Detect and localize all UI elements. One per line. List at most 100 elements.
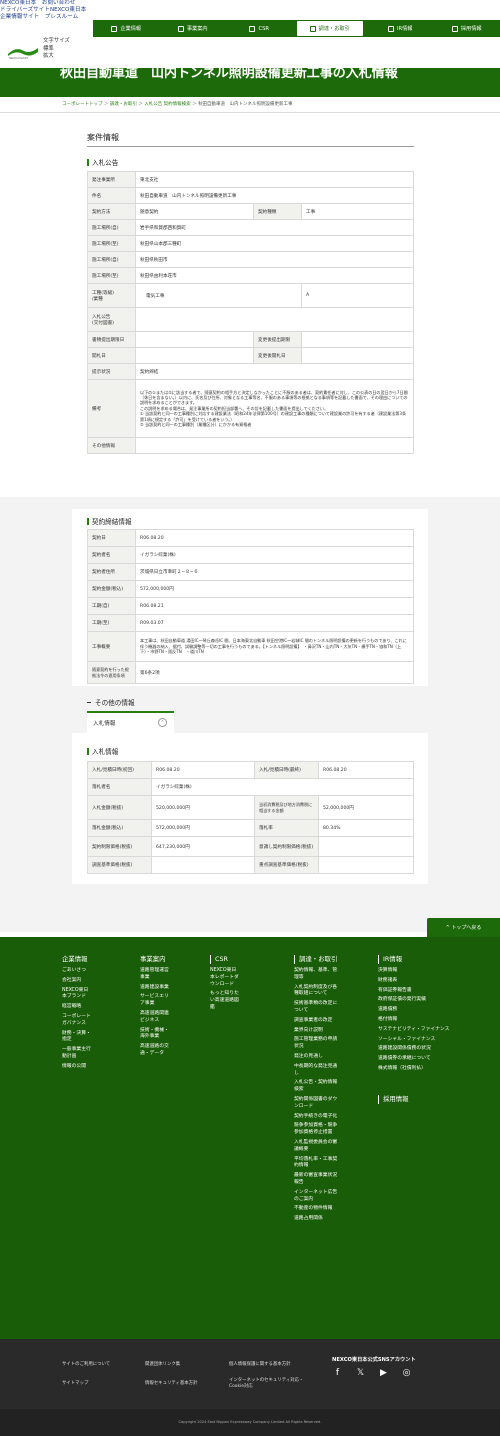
footer-link[interactable]: 中長期的な発注見通し (294, 1064, 340, 1078)
footer-link[interactable]: ごあいさつ (62, 968, 92, 975)
global-nav: 企業情報 事業案内 CSR 調達・お取引 IR情報 採用情報 (93, 20, 500, 37)
footer-link[interactable]: もっと知りたい高速道路図鑑 (210, 991, 240, 1011)
footer-link[interactable]: 最新の審査事業状況報告 (294, 1173, 340, 1187)
table-row: 書類提出期限日 変更後提出期限 (87, 331, 414, 348)
footer-link[interactable]: 経営戦略 (62, 1004, 92, 1011)
logo[interactable]: NEXCO EAST (6, 44, 40, 64)
breadcrumb-item[interactable]: コーポレートトップ (62, 102, 103, 107)
nav-item-2[interactable]: CSR (226, 20, 293, 37)
footer-col-heading[interactable]: 企業情報 (62, 955, 92, 964)
breadcrumb-item[interactable]: 調達・お取引 (110, 102, 137, 107)
footer-link[interactable]: 財務諸表 (378, 978, 460, 985)
table-row: 契約日 R06.08.20 (87, 529, 414, 547)
footer-link[interactable]: 平均落札率・工事契約情報 (294, 1157, 340, 1171)
facebook-icon[interactable]: f (332, 1368, 343, 1379)
x-icon[interactable]: 𝕏 (355, 1368, 366, 1379)
footer-link[interactable]: 財務・決算・指定 (62, 1031, 92, 1045)
table-row: 入札/見積日時(初回) R06.08.20 入札/見積日時(最終) R06.08.20 (87, 761, 414, 779)
footer-link[interactable]: 情報の公開 (62, 1064, 92, 1071)
footer-link[interactable]: 高速道路関連ビジネス (140, 1011, 170, 1025)
footer-link[interactable]: 施工管理業務の申請状況 (294, 1037, 340, 1051)
sns-links: f 𝕏 ▶ ◎ (332, 1368, 412, 1379)
util-link-press[interactable]: プレスルーム (45, 14, 78, 20)
footer-links: サイトのご利用について 関連団体リンク集 個人情報保護に関する基本方針 サイトマ… (0, 1339, 500, 1409)
footer-link[interactable]: サイトのご利用について (62, 1361, 110, 1367)
sns-title: NEXCO東日本公式SNSアカウント (332, 1357, 416, 1363)
footer-link[interactable]: 道路管理運営事業 (140, 968, 170, 982)
building-icon (111, 25, 118, 32)
footer-link[interactable]: 契約関係図書のダウンロード (294, 1097, 340, 1111)
footer-link[interactable]: 情報セキュリティ基本方針 (145, 1380, 197, 1386)
youtube-icon[interactable]: ▶ (378, 1368, 389, 1379)
bid-heading: 入札情報 (87, 746, 118, 756)
footer-link[interactable]: NEXCO東日本ブランド (62, 988, 92, 1002)
arrow-up-icon: ^ (445, 925, 450, 931)
footer-link[interactable]: 業界向け説明 (294, 1028, 340, 1035)
utility-links: NEXCO東日本 お問い合わせ ドライバーズサイトNEXCO東日本 企業情報サイ… (0, 0, 92, 22)
footer-col-heading[interactable]: IR情報 (378, 955, 460, 964)
breadcrumb-item[interactable]: 入札公告 契約情報検索 (144, 102, 190, 107)
footer-link[interactable]: サステナビリティ・ファイナンス (378, 1027, 460, 1034)
breadcrumb-current: 秋田自動車道 山内トンネル照明設備更新工事 (198, 102, 293, 107)
footer-link[interactable]: 政府保証債の発行実績 (378, 997, 460, 1004)
back-to-top-button[interactable]: ^ トップへ戻る (427, 918, 500, 938)
footer-link[interactable]: 道路建設事業 (140, 985, 170, 992)
notice-table: 発注事業所 東北支社 件名 秋田自動車道 山内トンネル照明設備更新工事 契約方法 随意… (87, 171, 414, 454)
footer-link[interactable]: 格付情報 (378, 1017, 460, 1024)
footer-link[interactable]: 入札契約制度及び各種取組について (294, 985, 340, 999)
footer-col-heading[interactable]: CSR (210, 955, 240, 964)
nav-item-4[interactable]: IR情報 (367, 20, 434, 37)
footer-link[interactable]: 契約手続きの電子化 (294, 1114, 340, 1121)
footer-col-heading[interactable]: 事業案内 (140, 955, 170, 964)
footer-link[interactable]: 入札公告・契約情報検索 (294, 1080, 340, 1094)
table-row: 入札公告 (交付図書) (87, 307, 414, 332)
footer-link[interactable]: ソーシャル・ファイナンス (378, 1037, 460, 1044)
footer-link[interactable]: 契約情報、基準、管理等 (294, 968, 340, 982)
notice-heading: 入札公告 (87, 157, 118, 167)
footer-link[interactable]: 競争参加資格・競争参加資格停止措置 (294, 1123, 340, 1137)
table-row: 工事概要 本工事は、秋田自動車道 湯田IC～琴丘森岳IC 間、日本海東北自動車 秋… (87, 631, 414, 662)
footer-link[interactable]: 道路債務 (378, 1007, 460, 1014)
footer-link[interactable]: 技術・機械・海外事業 (140, 1028, 170, 1042)
nav-item-0[interactable]: 企業情報 (93, 20, 160, 37)
footer-link[interactable]: 道路占用関係 (294, 1216, 340, 1223)
footer-link[interactable]: 会社案内 (62, 978, 92, 985)
footer-col-heading[interactable]: 採用情報 (378, 1095, 460, 1104)
footer-link[interactable]: 不動産の物件情報 (294, 1206, 340, 1213)
footer-link[interactable]: 技術基準類の改定について (294, 1001, 340, 1015)
footer-link[interactable]: 入札監視委員会の審議概要 (294, 1140, 340, 1154)
util-link-contact[interactable]: お問い合わせ (42, 0, 76, 6)
table-row: 備考 以下の①または②に該当する者で、随意契約の相手方と決定しなかったことに不服の… (87, 379, 414, 438)
footer-link[interactable]: 一般事業主行動計画 (62, 1047, 92, 1061)
footer-link[interactable]: 調査事業者の改定 (294, 1018, 340, 1025)
instagram-icon[interactable]: ◎ (401, 1368, 412, 1379)
footer-link[interactable]: 発注の見通し (294, 1054, 340, 1061)
footer-link[interactable]: サイトマップ (62, 1380, 88, 1386)
table-row: 工期(自) R06.08.21 (87, 597, 414, 615)
tab-bid-info[interactable]: 入札情報 ⌃ (87, 711, 174, 733)
footer-col-heading[interactable]: 調達・お取引 (294, 955, 340, 964)
footer-link[interactable]: 株式情報（社債利払） (378, 1066, 460, 1073)
footer-link[interactable]: 個人情報保護に関する基本方針 (229, 1361, 290, 1367)
footer-link[interactable]: 道路建設関係債務の状況 (378, 1046, 460, 1053)
text-size-large-button[interactable]: 拡大 (43, 53, 70, 61)
nav-item-3[interactable]: 調達・お取引 (296, 21, 363, 36)
nav-item-1[interactable]: 事業案内 (160, 20, 227, 37)
footer-link[interactable]: コーポレートガバナンス (62, 1014, 92, 1028)
footer-link[interactable]: インターネットのセキュリティ対応・Cookie対応 (229, 1378, 309, 1390)
footer-link[interactable]: 高速道路の交通・データ (140, 1044, 170, 1058)
nav-item-label: IR情報 (396, 26, 413, 32)
footer-link[interactable]: 道路債券の承継について (378, 1056, 460, 1063)
footer-link[interactable]: NEXCO東日本レポートダウンロード (210, 968, 240, 988)
footer-link[interactable]: 有価証券報告書 (378, 988, 460, 995)
nav-item-5[interactable]: 採用情報 (434, 20, 500, 37)
footer-link[interactable]: 関連団体リンク集 (145, 1361, 180, 1367)
footer-link[interactable]: 決算情報 (378, 968, 460, 975)
table-row: 発注事業所 東北支社 (87, 171, 414, 188)
footer-link[interactable]: サービスエリア事業 (140, 994, 170, 1008)
text-size-std-button[interactable]: 標準 (43, 46, 70, 54)
table-row: 契約者名 イガラシ綜業(株) (87, 546, 414, 564)
nexco-logo-icon: NEXCO EAST (8, 48, 38, 60)
util-link-corp[interactable]: 企業情報サイト プレスルーム (0, 14, 92, 21)
footer-link[interactable]: インターネット広告のご案内 (294, 1190, 340, 1204)
